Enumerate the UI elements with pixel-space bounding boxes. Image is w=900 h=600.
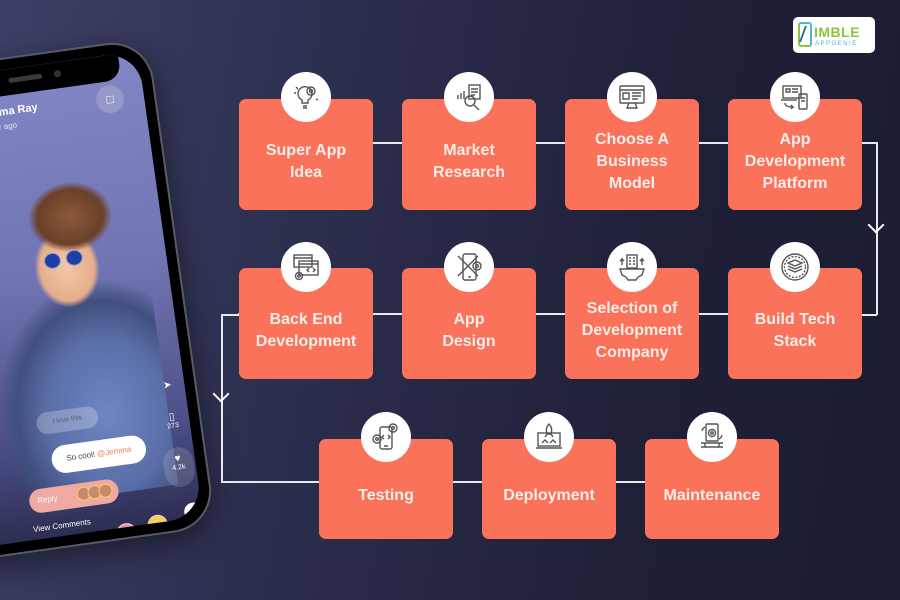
nimble-appgenie-logo: IMBLE APPGENIE	[793, 17, 875, 53]
design-tools-phone-icon	[444, 242, 494, 292]
connector-row2-left	[221, 314, 239, 316]
step-label: Market Research	[432, 141, 506, 181]
connector-row1-right	[860, 142, 876, 144]
step-label: App Design	[442, 310, 496, 350]
arrow-down-icon	[867, 216, 885, 234]
step-label: Selection of Development Company	[581, 299, 683, 361]
reply-label: Reply	[36, 493, 59, 506]
bookmark-icon[interactable]: □	[94, 83, 126, 116]
monitor-dashboard-icon	[607, 72, 657, 122]
reply-avatars	[75, 482, 115, 511]
code-window-gear-icon	[281, 242, 331, 292]
logo-wordmark: IMBLE	[814, 24, 861, 40]
connector-row2-right	[860, 314, 877, 316]
speaker	[8, 73, 43, 84]
layers-stack-icon	[770, 242, 820, 292]
step-label: Testing	[358, 487, 414, 504]
step-label: Deployment	[503, 487, 595, 504]
logo-n-mark-icon	[798, 22, 812, 47]
step-label: Choose A Business Model	[594, 130, 670, 192]
logo-subtitle: APPGENIE	[815, 41, 858, 47]
avatar[interactable]	[25, 542, 48, 556]
avatar[interactable]	[146, 513, 170, 537]
avatar[interactable]	[115, 521, 138, 545]
comment-mention[interactable]: @Jemma	[97, 445, 132, 459]
phone-screen: Jemma Ray 1 hour ago □ ➤ ▯ 273 ♥ 4.2k I …	[0, 50, 204, 556]
view-comments-link[interactable]: View Comments	[33, 517, 92, 534]
post-user-name: Jemma Ray	[0, 101, 39, 122]
comment-button[interactable]: ▯ 273	[156, 410, 188, 432]
phone-code-gears-icon	[361, 412, 411, 462]
market-research-icon	[444, 72, 494, 122]
phone-gear-wrench-icon	[687, 412, 737, 462]
company-gear-icon	[607, 242, 657, 292]
laptop-rocket-icon	[524, 412, 574, 462]
step-label: App Development Platform	[744, 130, 846, 192]
idea-gear-icon	[281, 72, 331, 122]
step-label: Build Tech Stack	[754, 310, 836, 350]
phone-frame: Jemma Ray 1 hour ago □ ➤ ▯ 273 ♥ 4.2k I …	[0, 37, 217, 569]
phone-mockup: Jemma Ray 1 hour ago □ ➤ ▯ 273 ♥ 4.2k I …	[0, 35, 233, 575]
step-label: Back End Development	[255, 310, 357, 350]
step-label: Maintenance	[663, 487, 761, 504]
step-label: Super App Idea	[265, 141, 347, 181]
post-time: 1 hour ago	[0, 120, 18, 134]
comment-text: So cool!	[65, 449, 98, 463]
avatar[interactable]	[84, 530, 107, 553]
more-viewers-badge[interactable]: +268	[183, 499, 204, 522]
avatar[interactable]	[54, 536, 78, 556]
comment-count: 273	[166, 421, 180, 431]
laptop-mobile-sync-icon	[770, 72, 820, 122]
camera	[53, 69, 62, 78]
